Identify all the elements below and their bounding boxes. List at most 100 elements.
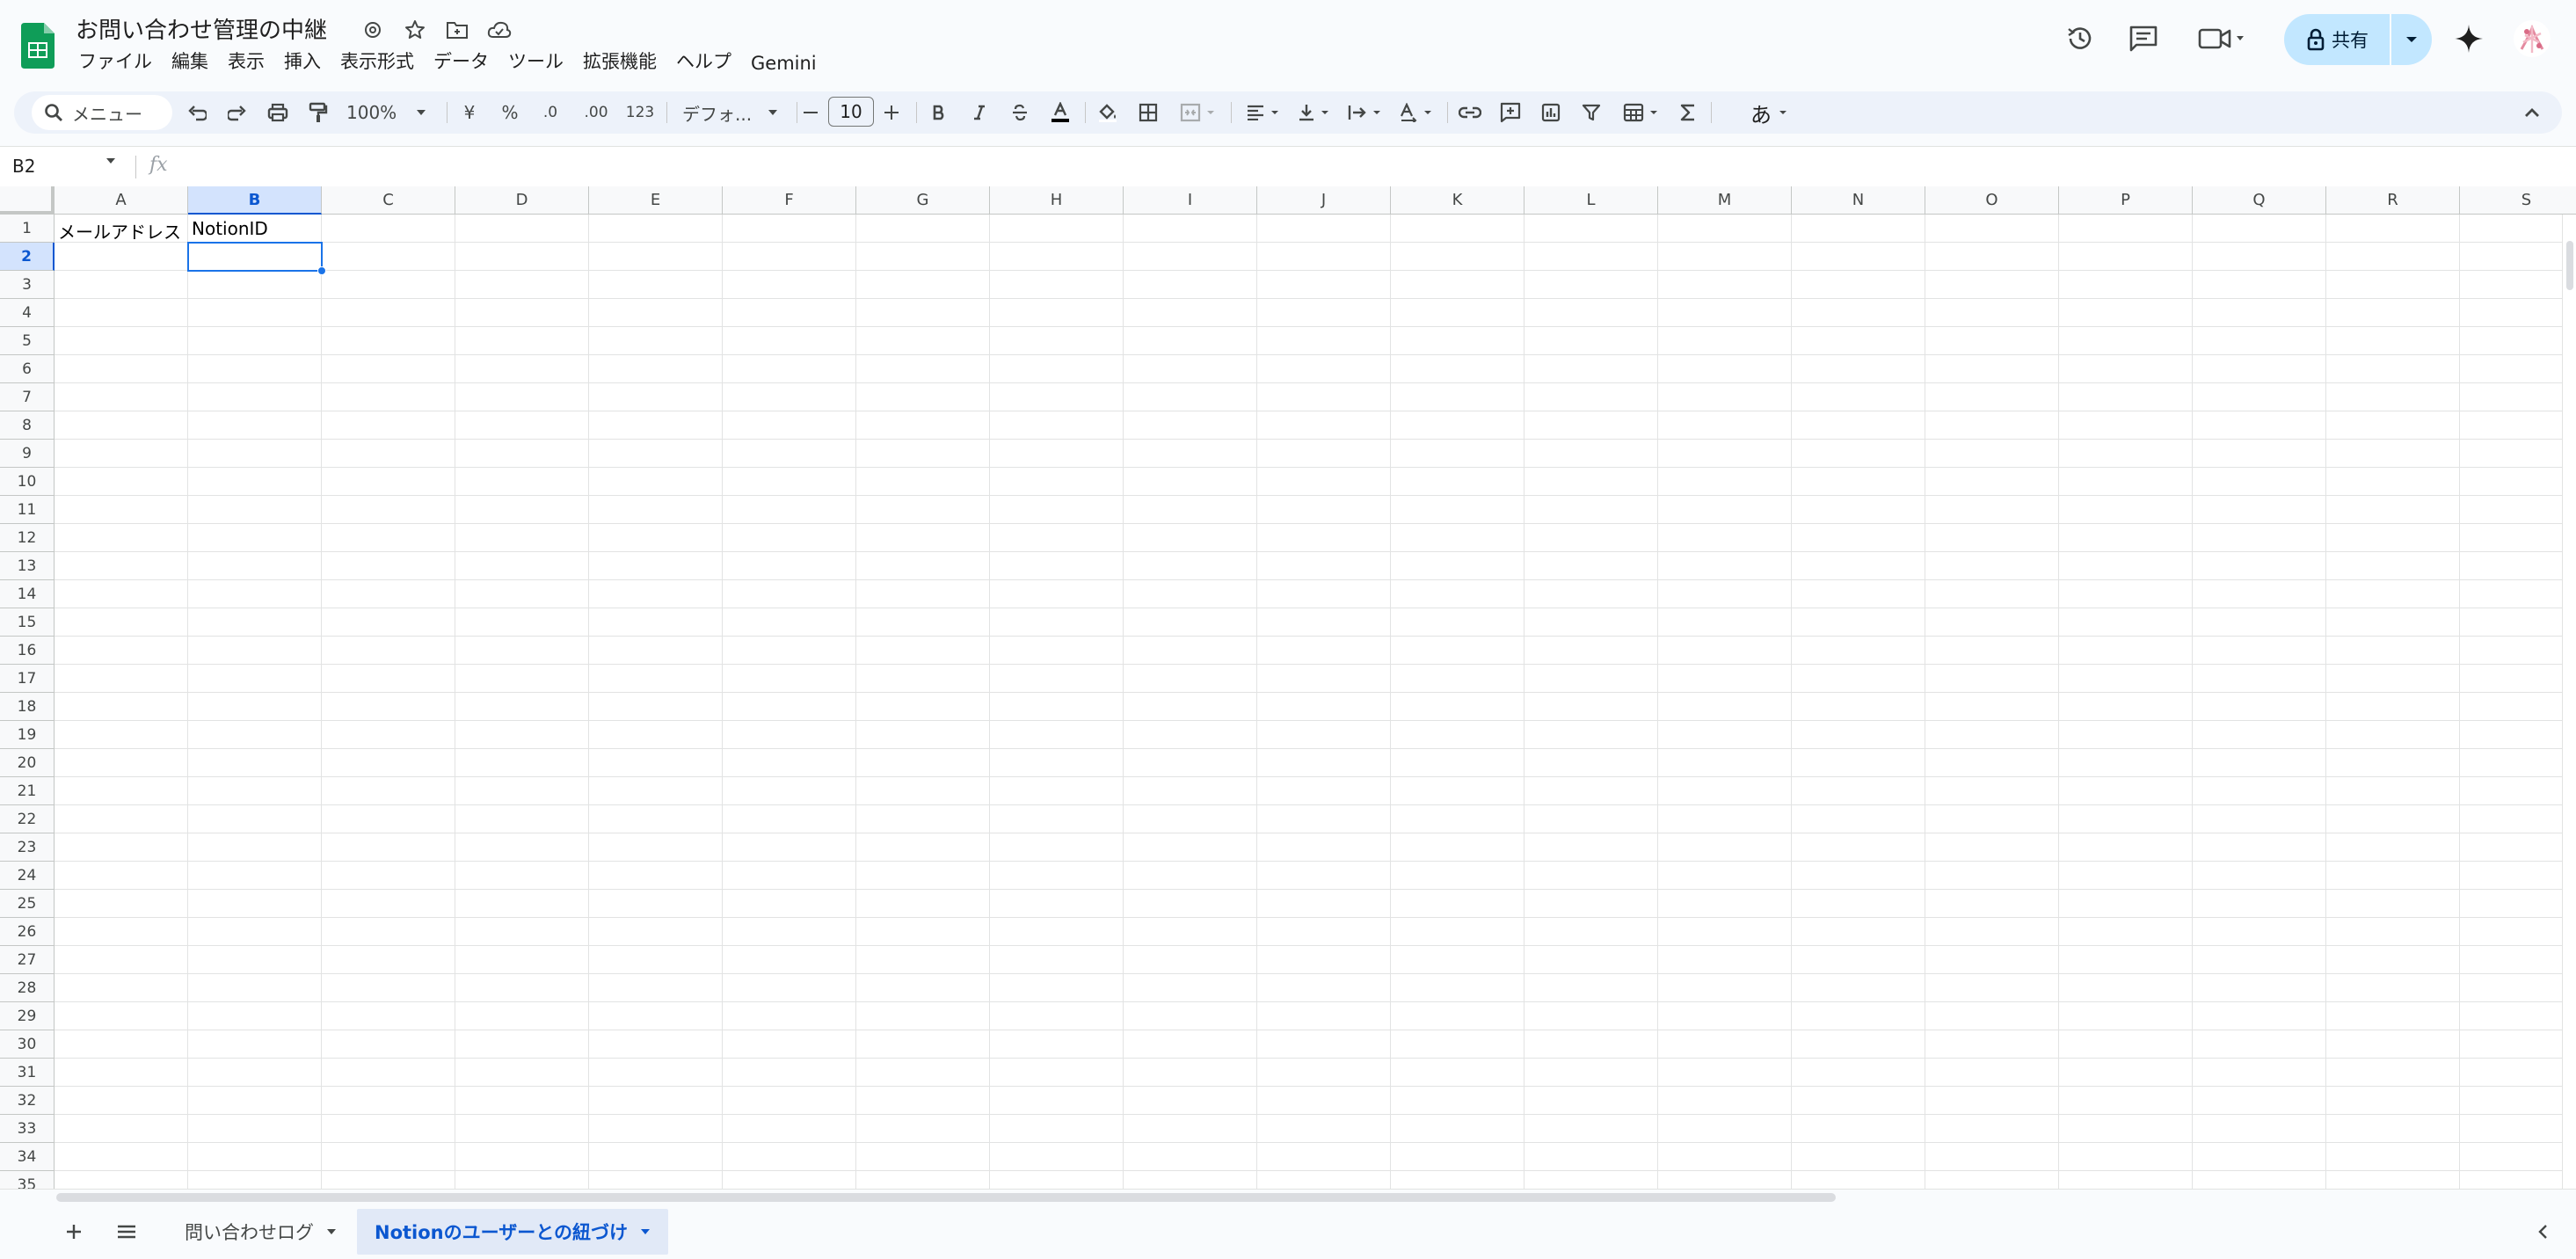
increase-font-size-button[interactable] <box>876 91 907 134</box>
row-header-16[interactable]: 16 <box>0 637 55 665</box>
row-header-9[interactable]: 9 <box>0 440 55 468</box>
insert-link-button[interactable] <box>1454 91 1486 134</box>
insert-chart-button[interactable] <box>1535 91 1567 134</box>
table-view-button[interactable] <box>1616 91 1665 134</box>
row-header-31[interactable]: 31 <box>0 1059 55 1087</box>
share-main[interactable]: 共有 <box>2284 14 2390 65</box>
avatar[interactable] <box>2511 18 2553 60</box>
column-header-b[interactable]: B <box>188 186 322 215</box>
share-dropdown-button[interactable] <box>2391 14 2432 65</box>
column-header-j[interactable]: J <box>1257 186 1391 215</box>
font-family-select[interactable]: デフォ... <box>673 91 788 134</box>
row-header-21[interactable]: 21 <box>0 777 55 805</box>
row-header-5[interactable]: 5 <box>0 327 55 355</box>
row-header-6[interactable]: 6 <box>0 355 55 383</box>
functions-button[interactable] <box>1672 91 1704 134</box>
borders-button[interactable] <box>1132 91 1164 134</box>
vertical-align-button[interactable] <box>1289 91 1338 134</box>
add-sheet-button[interactable] <box>56 1214 91 1249</box>
column-header-a[interactable]: A <box>55 186 188 215</box>
meet-icon[interactable] <box>2194 18 2251 60</box>
column-header-h[interactable]: H <box>990 186 1124 215</box>
row-header-19[interactable]: 19 <box>0 721 55 749</box>
cell-b1[interactable]: NotionID <box>192 218 268 239</box>
paint-format-button[interactable] <box>302 91 334 134</box>
row-header-29[interactable]: 29 <box>0 1002 55 1030</box>
menu-help[interactable]: ヘルプ <box>666 46 741 77</box>
search-menus[interactable]: メニュー <box>32 95 172 130</box>
sheets-logo-icon[interactable] <box>21 23 55 69</box>
column-header-k[interactable]: K <box>1391 186 1524 215</box>
row-header-22[interactable]: 22 <box>0 805 55 833</box>
menu-gemini[interactable]: Gemini <box>741 51 826 77</box>
row-header-1[interactable]: 1 <box>0 215 55 243</box>
cell-a1[interactable]: メールアドレス <box>58 218 181 244</box>
horizontal-align-button[interactable] <box>1238 91 1287 134</box>
row-header-20[interactable]: 20 <box>0 749 55 777</box>
percent-format-button[interactable]: % <box>494 91 526 134</box>
row-header-17[interactable]: 17 <box>0 665 55 693</box>
italic-button[interactable] <box>964 91 995 134</box>
row-header-25[interactable]: 25 <box>0 890 55 918</box>
column-header-g[interactable]: G <box>856 186 990 215</box>
column-header-p[interactable]: P <box>2059 186 2193 215</box>
increase-decimal-button[interactable]: .00 <box>577 91 615 134</box>
row-header-24[interactable]: 24 <box>0 862 55 890</box>
row-header-13[interactable]: 13 <box>0 552 55 580</box>
sheet-tab-inquiry-log[interactable]: 問い合わせログ <box>167 1209 354 1255</box>
move-icon[interactable] <box>359 16 387 44</box>
create-filter-button[interactable] <box>1575 91 1607 134</box>
row-header-28[interactable]: 28 <box>0 974 55 1002</box>
select-all-corner[interactable] <box>0 186 55 215</box>
merge-cells-button[interactable] <box>1173 91 1222 134</box>
menu-insert[interactable]: 挿入 <box>274 46 331 77</box>
number-format-button[interactable]: 123 <box>621 91 659 134</box>
folder-icon[interactable] <box>443 16 471 44</box>
vertical-scrollbar[interactable] <box>2562 215 2576 1189</box>
menu-tools[interactable]: ツール <box>498 46 573 77</box>
menu-edit[interactable]: 編集 <box>162 46 218 77</box>
column-header-d[interactable]: D <box>455 186 589 215</box>
insert-comment-button[interactable] <box>1495 91 1526 134</box>
vertical-scrollbar-thumb[interactable] <box>2566 241 2573 290</box>
row-header-15[interactable]: 15 <box>0 608 55 637</box>
row-header-14[interactable]: 14 <box>0 580 55 608</box>
row-header-8[interactable]: 8 <box>0 411 55 440</box>
column-header-e[interactable]: E <box>589 186 723 215</box>
name-box[interactable]: B2 <box>12 156 35 177</box>
menu-data[interactable]: データ <box>424 46 498 77</box>
sheet-tab-notion-users[interactable]: Notionのユーザーとの紐づけ <box>357 1209 668 1255</box>
column-header-c[interactable]: C <box>322 186 455 215</box>
column-header-m[interactable]: M <box>1658 186 1792 215</box>
row-header-32[interactable]: 32 <box>0 1087 55 1115</box>
hide-menus-button[interactable] <box>2516 91 2548 134</box>
formula-input[interactable] <box>188 152 2562 182</box>
cloud-icon[interactable] <box>485 16 513 44</box>
input-tools-button[interactable]: あ <box>1743 91 1795 134</box>
menu-extensions[interactable]: 拡張機能 <box>573 46 666 77</box>
redo-button[interactable] <box>222 91 253 134</box>
row-header-7[interactable]: 7 <box>0 383 55 411</box>
column-header-q[interactable]: Q <box>2193 186 2326 215</box>
column-header-o[interactable]: O <box>1925 186 2059 215</box>
row-header-27[interactable]: 27 <box>0 946 55 974</box>
fill-color-button[interactable] <box>1092 91 1124 134</box>
zoom-select[interactable]: 100% <box>346 91 431 134</box>
column-header-r[interactable]: R <box>2326 186 2460 215</box>
chevron-down-icon[interactable] <box>106 157 116 164</box>
column-header-f[interactable]: F <box>723 186 856 215</box>
row-header-3[interactable]: 3 <box>0 271 55 299</box>
print-button[interactable] <box>262 91 294 134</box>
text-rotation-button[interactable] <box>1391 91 1440 134</box>
horizontal-scrollbar-thumb[interactable] <box>56 1193 1836 1202</box>
currency-format-button[interactable]: ¥ <box>454 91 485 134</box>
menu-format[interactable]: 表示形式 <box>331 46 424 77</box>
text-color-button[interactable] <box>1044 91 1076 134</box>
row-header-34[interactable]: 34 <box>0 1143 55 1171</box>
column-header-l[interactable]: L <box>1524 186 1658 215</box>
decrease-font-size-button[interactable] <box>795 91 826 134</box>
fill-handle[interactable] <box>317 266 326 275</box>
decrease-decimal-button[interactable]: .0 <box>535 91 566 134</box>
row-header-18[interactable]: 18 <box>0 693 55 721</box>
history-icon[interactable] <box>2059 18 2101 60</box>
